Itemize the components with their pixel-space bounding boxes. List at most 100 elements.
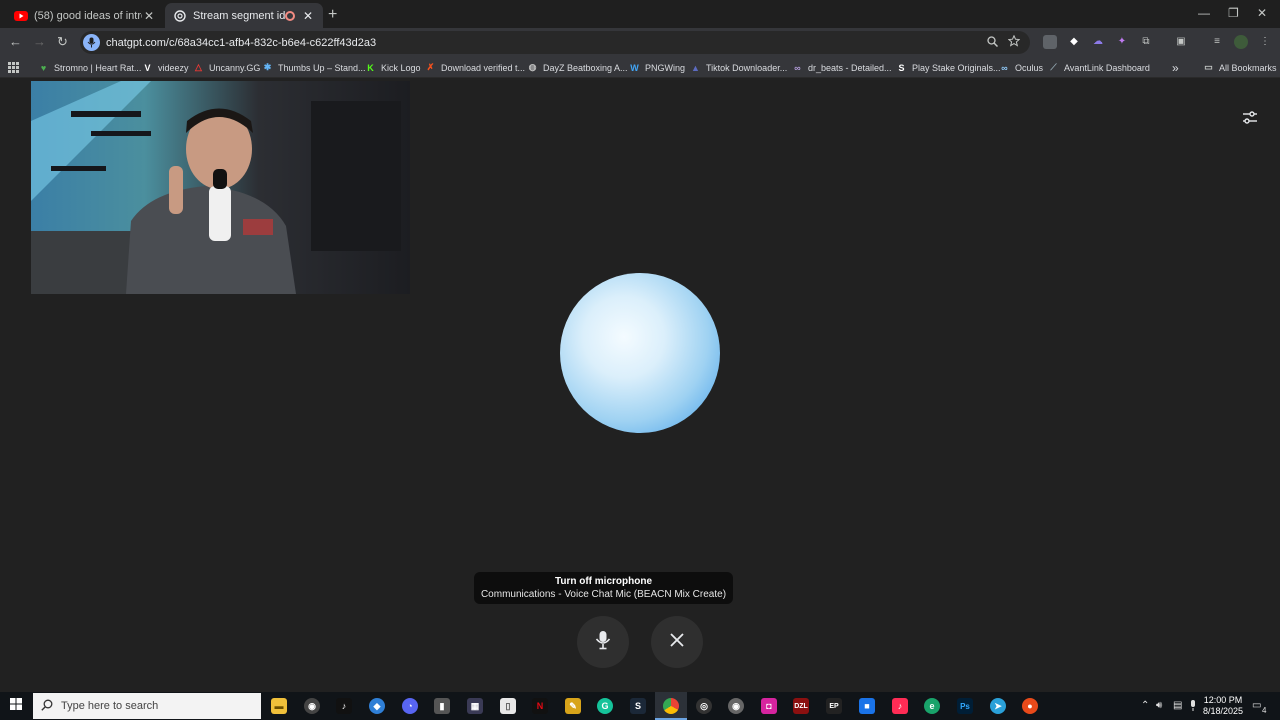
dzl-icon[interactable]: DZL [793, 698, 809, 714]
bookmarks-overflow-button[interactable]: » [1172, 60, 1179, 75]
heart-icon: ♥ [40, 62, 47, 73]
webcam-video-feed [31, 81, 410, 294]
star-icon: ✱ [263, 62, 272, 72]
zoom-icon[interactable] [987, 35, 999, 50]
extension-cloud-icon[interactable]: ☁ [1091, 35, 1105, 49]
bookmark-avantlink[interactable]: ⟋ AvantLink Dashboard [1048, 60, 1150, 75]
tiktok-live-icon[interactable]: ♪ [892, 698, 908, 714]
extensions-puzzle-icon[interactable]: ⧉ [1139, 35, 1153, 49]
discord-icon[interactable]: ◔ [402, 698, 418, 714]
minimize-button[interactable]: — [1198, 6, 1210, 20]
instagram-icon[interactable]: ◘ [761, 698, 777, 714]
bookmark-star-icon[interactable] [1007, 34, 1021, 50]
close-window-button[interactable]: ✕ [1257, 6, 1267, 20]
site-mic-icon[interactable] [83, 34, 100, 51]
notifications-icon[interactable]: ▭ [1252, 700, 1261, 711]
taskbar-search-box[interactable]: Type here to search [33, 693, 261, 719]
chatgpt-icon [173, 9, 187, 23]
network-icon[interactable]: ▤ [1173, 700, 1182, 711]
voice-settings-icon[interactable] [1241, 109, 1259, 127]
grammarly-icon[interactable]: G [597, 698, 613, 714]
voice-mode-page: Turn off microphone Communications - Voi… [0, 79, 1280, 692]
bookmark-kick-logo[interactable]: K Kick Logo [365, 60, 420, 75]
extension-diamond-icon[interactable]: ◆ [1067, 35, 1081, 49]
address-bar[interactable]: chatgpt.com/c/68a34cc1-afb4-832c-b6e4-c6… [80, 31, 1030, 54]
mic-app-icon[interactable]: ▮ [434, 698, 450, 714]
forward-button[interactable]: → [33, 34, 46, 49]
tooltip-title: Turn off microphone [554, 576, 653, 587]
all-bookmarks-button[interactable]: ▭ All Bookmarks [1203, 60, 1276, 75]
app-ring-icon[interactable]: ◎ [696, 698, 712, 714]
bookmark-pngwing[interactable]: W PNGWing [629, 60, 685, 75]
url-text: chatgpt.com/c/68a34cc1-afb4-832c-b6e4-c6… [106, 36, 377, 49]
bookmarks-bar: ♥ Stromno | Heart Rat... Vvideezy △ Uncann… [0, 56, 1280, 78]
file-explorer-icon[interactable]: ▬ [271, 698, 287, 714]
search-placeholder: Type here to search [61, 700, 159, 712]
steam-icon[interactable]: S [630, 698, 646, 714]
blue-square-icon[interactable]: ■ [859, 698, 875, 714]
taskbar-clock[interactable]: 12:00 PM 8/18/2025 [1198, 695, 1248, 717]
bookmark-label: DayZ Beatboxing A... [543, 62, 628, 73]
restore-button[interactable]: ❐ [1228, 6, 1239, 20]
menu-kebab-icon[interactable]: ⋮ [1258, 35, 1272, 49]
tab-title: Stream segment ideas [193, 9, 285, 22]
reload-button[interactable]: ↻ [57, 34, 68, 50]
bookmark-videezy[interactable]: Vvideezy [142, 60, 188, 75]
bookmark-label: PNGWing [645, 62, 686, 73]
close-tab-icon[interactable]: ✕ [301, 9, 315, 23]
tab-youtube[interactable]: (58) good ideas of intresting iri ✕ [6, 3, 164, 28]
pen-app-icon[interactable]: ✎ [565, 698, 581, 714]
bookmark-uncanny[interactable]: △ Uncanny.GG [193, 60, 260, 75]
recording-indicator-icon [285, 10, 295, 21]
end-voice-button[interactable] [651, 616, 703, 668]
wing-icon: W [630, 62, 639, 73]
netflix-icon[interactable]: N [532, 698, 548, 714]
bookmark-stake-originals[interactable]: S Play Stake Originals... [896, 60, 1001, 75]
tray-overflow-icon[interactable]: ⌃ [1141, 700, 1149, 711]
telegram-icon[interactable]: ➤ [990, 698, 1006, 714]
notifications-count: 4 [1262, 706, 1267, 715]
microphone-icon [593, 629, 613, 656]
bookmark-thumbs-up[interactable]: ✱ Thumbs Up – Stand... [262, 60, 366, 75]
streamdeck-icon[interactable]: ▦ [467, 698, 483, 714]
extension-sparkle-icon[interactable]: ✦ [1115, 35, 1129, 49]
notepad-icon[interactable]: ▯ [500, 698, 516, 714]
tiktok-icon[interactable]: ♪ [336, 698, 352, 714]
red-orange-app-icon[interactable]: ● [1022, 698, 1038, 714]
app-circle-icon[interactable]: ◉ [728, 698, 744, 714]
edge-icon[interactable]: e [924, 698, 940, 714]
bookmark-dr-beats[interactable]: ∞ dr_beats - Detailed... [792, 60, 891, 75]
bookmark-label: Thumbs Up – Stand... [278, 62, 366, 73]
photoshop-icon[interactable]: Ps [957, 698, 973, 714]
tray-mic-icon[interactable] [1189, 700, 1197, 714]
back-button[interactable]: ← [9, 34, 22, 49]
bookmark-label: Download verified t... [441, 62, 526, 73]
clock-time: 12:00 PM [1203, 695, 1243, 705]
bookmark-label: Tiktok Downloader... [706, 62, 788, 73]
blue-app-icon[interactable]: ◆ [369, 698, 385, 714]
extension-1-icon[interactable] [1043, 35, 1057, 49]
bookmark-tiktok-downloader[interactable]: ▲ Tiktok Downloader... [690, 60, 787, 75]
media-controls-icon[interactable]: ≡ [1210, 35, 1224, 49]
apps-grid-icon[interactable] [8, 60, 19, 75]
windows-start-button[interactable] [0, 692, 32, 720]
epic-games-icon[interactable]: EP [826, 698, 842, 714]
microphone-toggle-button[interactable] [577, 616, 629, 668]
kick-icon: K [367, 62, 374, 73]
search-icon [41, 699, 53, 714]
bookmark-dayz-beatboxing[interactable]: ◍ DayZ Beatboxing A... [527, 60, 628, 75]
profile-avatar[interactable] [1234, 35, 1248, 49]
bookmark-download-verified[interactable]: ✗ Download verified t... [425, 60, 525, 75]
sidepanel-icon[interactable]: ▣ [1174, 35, 1188, 49]
bookmark-label: Play Stake Originals... [912, 62, 1001, 73]
s-icon: S [898, 62, 905, 73]
bookmark-stromno[interactable]: ♥ Stromno | Heart Rat... [38, 60, 142, 75]
new-tab-button[interactable]: + [328, 6, 337, 24]
chrome-icon[interactable] [663, 698, 679, 714]
close-tab-icon[interactable]: ✕ [142, 9, 156, 23]
volume-icon[interactable]: 🔊︎ [1156, 700, 1162, 711]
obs-icon[interactable]: ◉ [304, 698, 320, 714]
bookmark-oculus[interactable]: ∞ Oculus [999, 60, 1043, 75]
clock-date: 8/18/2025 [1202, 706, 1244, 716]
tab-stream-segment-ideas[interactable]: Stream segment ideas ✕ [165, 3, 323, 28]
